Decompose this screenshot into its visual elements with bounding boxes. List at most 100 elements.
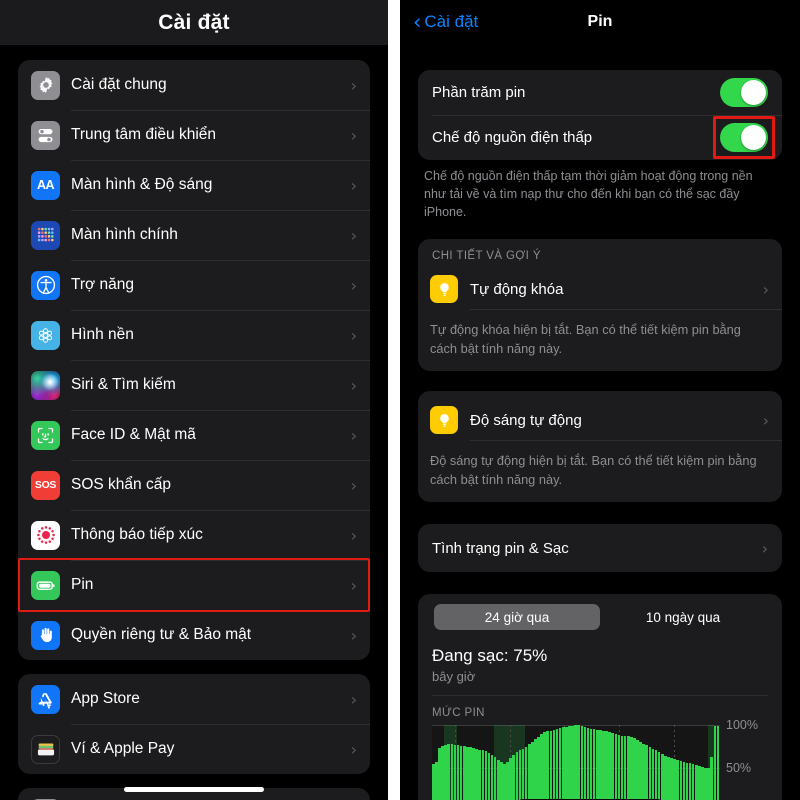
low-power-mode-label: Chế độ nguồn điện thấp xyxy=(432,129,593,146)
right-phone-screen: ‹ Cài đặt Pin Phần trăm pin Chế độ nguồn… xyxy=(400,0,800,800)
chart-title: MỨC PIN xyxy=(432,707,485,720)
settings-row-label: Quyền riêng tư & Bảo mật xyxy=(71,626,252,643)
segment-10-days[interactable]: 10 ngày qua xyxy=(600,604,766,630)
control-center-icon xyxy=(31,120,60,150)
auto-brightness-row[interactable]: Độ sáng tự động › xyxy=(418,399,782,442)
chevron-right-icon: › xyxy=(350,125,357,145)
settings-row-c-i-t-chung[interactable]: Cài đặt chung › xyxy=(18,60,370,110)
usage-divider xyxy=(432,695,768,697)
chevron-right-icon: › xyxy=(350,739,357,759)
settings-row-h-nh-n-n[interactable]: Hình nền › xyxy=(18,310,370,360)
settings-row-trung-t-m-i-u-khi-n[interactable]: Trung tâm điều khiển › xyxy=(18,110,370,160)
battery-health-row[interactable]: Tình trạng pin & Sạc › xyxy=(418,524,782,572)
charging-timestamp: bây giờ xyxy=(432,669,476,685)
battery-health-card: Tình trạng pin & Sạc › xyxy=(418,524,782,573)
toggle-knob xyxy=(741,80,766,105)
suggestion-card-auto-brightness: Độ sáng tự động › Độ sáng tự động hiện b… xyxy=(418,391,782,503)
settings-row-label: Cài đặt chung xyxy=(71,76,167,93)
chevron-right-icon: › xyxy=(350,325,357,345)
chart-bars xyxy=(432,725,720,800)
home-indicator xyxy=(124,787,264,792)
privacy-hand-icon xyxy=(31,620,60,650)
battery-settings-content[interactable]: Phần trăm pin Chế độ nguồn điện thấp Chế… xyxy=(400,70,800,800)
page-title: Cài đặt xyxy=(158,11,230,34)
chevron-right-icon: › xyxy=(350,525,357,545)
settings-row-pin[interactable]: Pin › xyxy=(18,560,370,610)
lightbulb-icon xyxy=(430,275,458,304)
chevron-left-icon: ‹ xyxy=(413,9,422,34)
auto-lock-row[interactable]: Tự động khóa › xyxy=(418,268,782,311)
suggestion-card-auto-lock: CHI TIẾT VÀ GỢI Ý Tự động khóa › Tự động… xyxy=(418,239,782,372)
low-power-mode-toggle[interactable] xyxy=(720,123,768,152)
settings-row-label: Face ID & Mật mã xyxy=(71,426,196,443)
auto-brightness-label: Độ sáng tự động xyxy=(470,411,582,429)
left-nav-bar: Cài đặt xyxy=(0,0,388,46)
settings-row-label: Siri & Tìm kiếm xyxy=(71,376,176,393)
auto-brightness-description: Độ sáng tự động hiện bị tắt. Bạn có thể … xyxy=(430,453,757,487)
chart-y-axis-labels: 100% 50% xyxy=(720,718,768,800)
settings-row-tr-n-ng[interactable]: Trợ năng › xyxy=(18,260,370,310)
store-group: App Store › Ví & Apple Pay › xyxy=(18,674,370,774)
settings-row-label: Trung tâm điều khiển xyxy=(71,126,217,143)
chevron-right-icon: › xyxy=(350,225,357,245)
back-button-label: Cài đặt xyxy=(424,12,479,31)
charging-status: Đang sạc: 75% xyxy=(432,646,548,666)
settings-row-v-apple-pay[interactable]: Ví & Apple Pay › xyxy=(18,724,370,774)
battery-usage-card: 24 giờ qua 10 ngày qua Đang sạc: 75% bây… xyxy=(418,594,782,800)
suggestions-section-header: CHI TIẾT VÀ GỢI Ý xyxy=(432,250,541,263)
settings-row-label: Thông báo tiếp xúc xyxy=(71,526,203,543)
time-range-segmented-control[interactable]: 24 giờ qua 10 ngày qua xyxy=(432,602,768,633)
chevron-right-icon: › xyxy=(350,75,357,95)
settings-row-label: Màn hình & Độ sáng xyxy=(71,176,213,193)
settings-row-label: SOS khẩn cấp xyxy=(71,476,171,493)
app-store-icon xyxy=(31,684,60,714)
main-settings-group: Cài đặt chung › Trung tâm điều khiển › AA Màn… xyxy=(18,60,370,660)
settings-row-label: Trợ năng xyxy=(71,276,135,293)
right-nav-bar: ‹ Cài đặt Pin xyxy=(400,0,800,44)
settings-row-face-id-m-t-m[interactable]: Face ID & Mật mã › xyxy=(18,410,370,460)
chart-bar xyxy=(716,726,720,800)
low-power-mode-description: Chế độ nguồn điện thấp tạm thời giảm hoạ… xyxy=(424,169,753,219)
auto-lock-label: Tự động khóa xyxy=(470,280,564,298)
chevron-right-icon: › xyxy=(350,575,357,595)
chevron-right-icon: › xyxy=(350,625,357,645)
wallpaper-icon xyxy=(31,320,60,350)
sos-icon: SOS xyxy=(31,470,60,500)
battery-toggles-card: Phần trăm pin Chế độ nguồn điện thấp xyxy=(418,70,782,160)
settings-row-quy-n-ri-ng-t-b-o-m-t[interactable]: Quyền riêng tư & Bảo mật › xyxy=(18,610,370,660)
settings-row-label: Ví & Apple Pay xyxy=(71,740,175,757)
home-screen-icon xyxy=(31,220,60,250)
chevron-right-icon: › xyxy=(350,475,357,495)
battery-percentage-row[interactable]: Phần trăm pin xyxy=(418,70,782,115)
settings-row-app-store[interactable]: App Store › xyxy=(18,674,370,724)
settings-row-m-n-h-nh-s-ng[interactable]: AA Màn hình & Độ sáng › xyxy=(18,160,370,210)
accessibility-icon xyxy=(31,270,60,300)
settings-row-m-n-h-nh-ch-nh[interactable]: Màn hình chính › xyxy=(18,210,370,260)
display-brightness-icon: AA xyxy=(31,170,60,200)
settings-row-label: Pin xyxy=(71,576,94,593)
chevron-right-icon: › xyxy=(761,538,768,558)
chart-y-label: 100% xyxy=(726,718,758,733)
settings-row-th-ng-b-o-ti-p-x-c[interactable]: Thông báo tiếp xúc › xyxy=(18,510,370,560)
dual-screenshot-container: Cài đặt Cài đặt chung › Trung tâm điều khi… xyxy=(0,0,800,800)
chevron-right-icon: › xyxy=(762,410,769,430)
toggle-knob xyxy=(741,125,766,150)
wallet-icon xyxy=(31,734,60,764)
low-power-mode-row[interactable]: Chế độ nguồn điện thấp xyxy=(418,115,782,160)
chevron-right-icon: › xyxy=(350,175,357,195)
segment-24-hours[interactable]: 24 giờ qua xyxy=(434,604,600,631)
settings-list[interactable]: Cài đặt chung › Trung tâm điều khiển › AA Màn… xyxy=(0,60,388,800)
chart-plot-area xyxy=(432,725,720,800)
chevron-right-icon: › xyxy=(350,375,357,395)
chart-y-label: 50% xyxy=(726,761,752,776)
settings-row-siri-t-m-ki-m[interactable]: Siri & Tìm kiếm › xyxy=(18,360,370,410)
settings-row-label: App Store xyxy=(71,690,140,707)
battery-percentage-toggle[interactable] xyxy=(720,78,768,107)
back-button[interactable]: ‹ Cài đặt xyxy=(413,9,479,34)
left-phone-screen: Cài đặt Cài đặt chung › Trung tâm điều khi… xyxy=(0,0,388,800)
gear-icon xyxy=(31,70,60,100)
siri-icon xyxy=(31,370,60,400)
settings-row-sos-kh-n-c-p[interactable]: SOS SOS khẩn cấp › xyxy=(18,460,370,510)
chevron-right-icon: › xyxy=(350,689,357,709)
battery-level-chart: 100% 50% xyxy=(432,718,768,800)
